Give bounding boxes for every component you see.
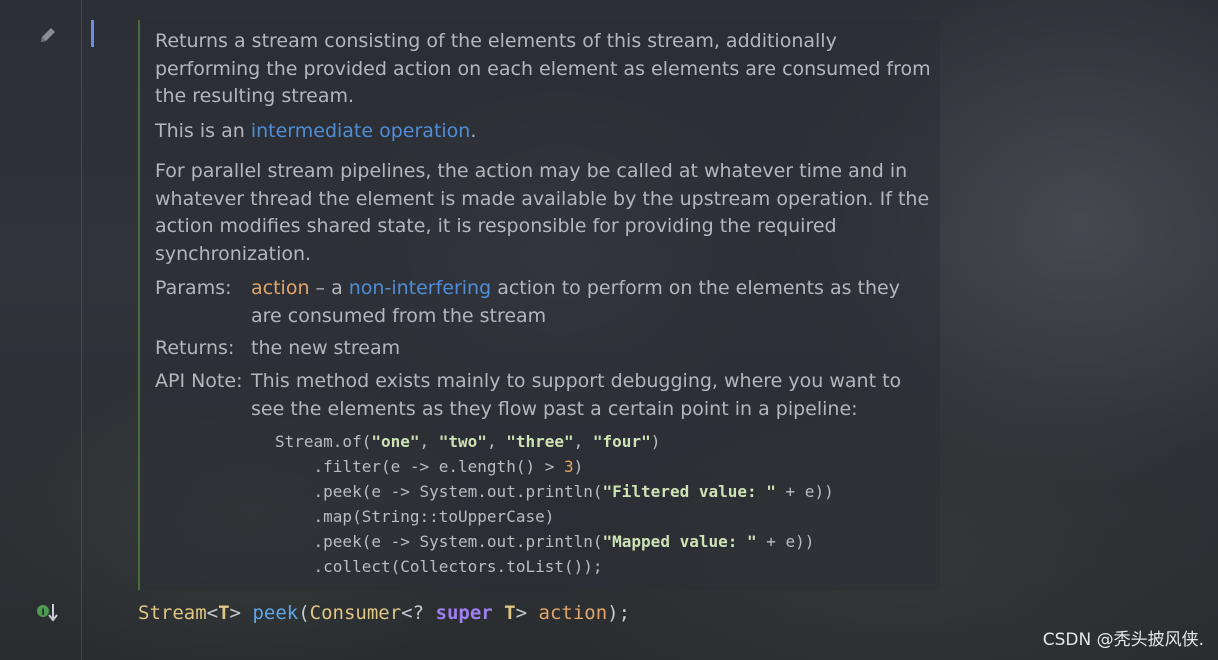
apinote-label: API Note: [155, 370, 243, 392]
implemented-arrow-icon[interactable]: I [36, 601, 62, 623]
editor-gutter [0, 0, 82, 660]
doc-summary: Returns a stream consisting of the eleme… [155, 30, 931, 107]
params-value: action – a non-interfering action to per… [251, 275, 931, 330]
gutter-divider [81, 0, 82, 660]
method-name[interactable]: peek [252, 602, 298, 624]
super-keyword: super [435, 602, 493, 624]
returns-value: the new stream [251, 337, 401, 359]
pencil-icon[interactable] [37, 24, 59, 46]
code-example: Stream.of("one", "two", "three", "four")… [275, 429, 834, 579]
code-line: .peek(e -> System.out.println("Mapped va… [275, 532, 815, 551]
doc-intermediate-note: This is an intermediate operation. [155, 118, 935, 146]
intermediate-prefix: This is an [155, 120, 251, 142]
code-line: .collect(Collectors.toList()); [275, 557, 603, 576]
param-name: action [251, 277, 310, 299]
svg-text:I: I [41, 608, 44, 618]
method-signature[interactable]: Stream<T> peek(Consumer<? super T> actio… [138, 599, 630, 627]
code-line: .peek(e -> System.out.println("Filtered … [275, 482, 834, 501]
code-line: Stream.of("one", "two", "three", "four") [275, 432, 661, 451]
watermark: CSDN @秃头披风侠. [1042, 630, 1204, 650]
text-caret [91, 20, 94, 47]
param-type[interactable]: Consumer [310, 602, 402, 624]
code-line: .filter(e -> e.length() > 3) [275, 457, 584, 476]
type-parameter[interactable]: T [218, 602, 229, 624]
return-type[interactable]: Stream [138, 602, 207, 624]
intermediate-suffix: . [470, 120, 477, 142]
returns-label: Returns: [155, 337, 235, 359]
non-interfering-link[interactable]: non-interfering [349, 277, 491, 299]
param-dash: – a [309, 277, 349, 299]
params-label: Params: [155, 277, 232, 299]
type-parameter-2[interactable]: T [504, 602, 515, 624]
param-action[interactable]: action [539, 602, 608, 624]
doc-parallel-note: For parallel stream pipelines, the actio… [155, 160, 930, 265]
code-line: .map(String::toUpperCase) [275, 507, 555, 526]
apinote-value: This method exists mainly to support deb… [251, 370, 902, 420]
intermediate-operation-link[interactable]: intermediate operation [251, 120, 471, 142]
